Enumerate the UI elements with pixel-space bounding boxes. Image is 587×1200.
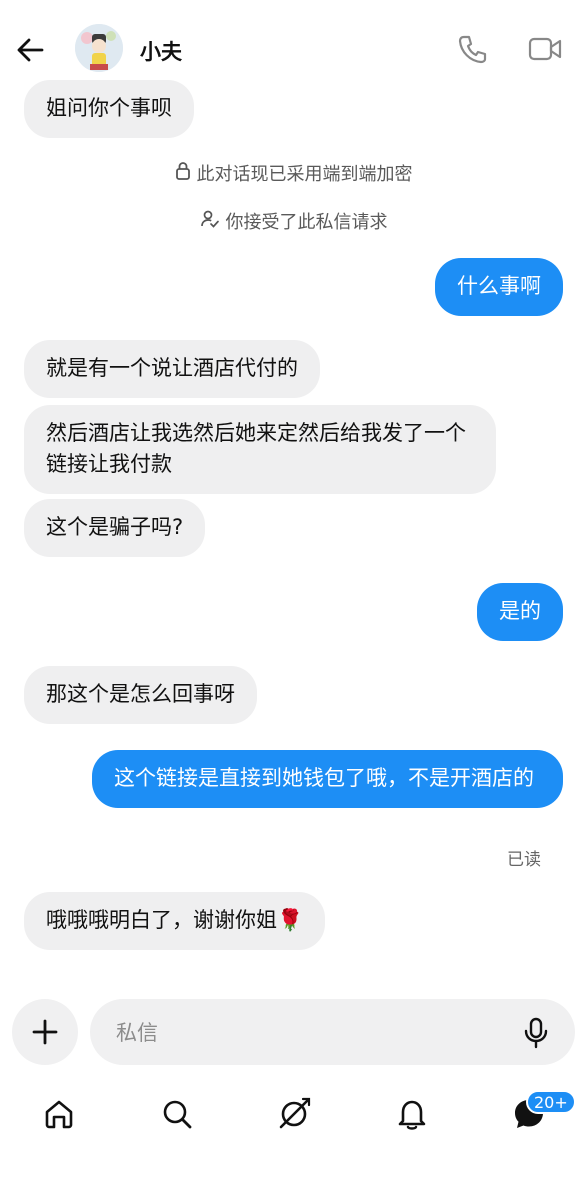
add-attachment-button[interactable] [12,999,78,1065]
phone-icon[interactable] [456,30,490,68]
lock-icon [175,161,191,186]
message-incoming[interactable]: 这个是骗子吗? [24,499,206,557]
contact-name[interactable]: 小夫 [140,36,182,66]
notifications-icon[interactable] [390,1092,434,1136]
encryption-notice-text: 此对话现已采用端到端加密 [196,164,413,185]
avatar[interactable] [75,24,123,72]
message-composer [90,999,575,1065]
encryption-notice: 此对话现已采用端到端加密 [0,160,587,186]
message-outgoing[interactable]: 是的 [477,583,563,641]
back-arrow-icon[interactable] [12,28,48,72]
user-check-icon [200,209,220,234]
read-status: 已读 [507,850,541,870]
message-incoming[interactable]: 那这个是怎么回事呀 [24,666,257,724]
home-icon[interactable] [37,1092,81,1136]
plus-icon [32,1019,58,1045]
messages-badge: 20+ [526,1090,576,1114]
message-outgoing[interactable]: 这个链接是直接到她钱包了哦，不是开酒店的 [92,750,563,808]
message-incoming[interactable]: 然后酒店让我选然后她来定然后给我发了一个链接让我付款 [24,405,496,494]
search-icon[interactable] [155,1092,199,1136]
request-accepted-notice: 你接受了此私信请求 [0,208,587,234]
message-input[interactable] [114,1015,498,1051]
explore-icon[interactable] [272,1092,316,1136]
message-outgoing[interactable]: 什么事啊 [435,258,563,316]
microphone-icon[interactable] [519,1015,553,1051]
video-call-icon[interactable] [526,30,564,68]
message-incoming[interactable]: 姐问你个事呗 [24,80,194,138]
message-incoming[interactable]: 就是有一个说让酒店代付的 [24,340,320,398]
request-accepted-text: 你接受了此私信请求 [225,212,388,233]
message-incoming[interactable]: 哦哦哦明白了，谢谢你姐🌹 [24,892,326,950]
